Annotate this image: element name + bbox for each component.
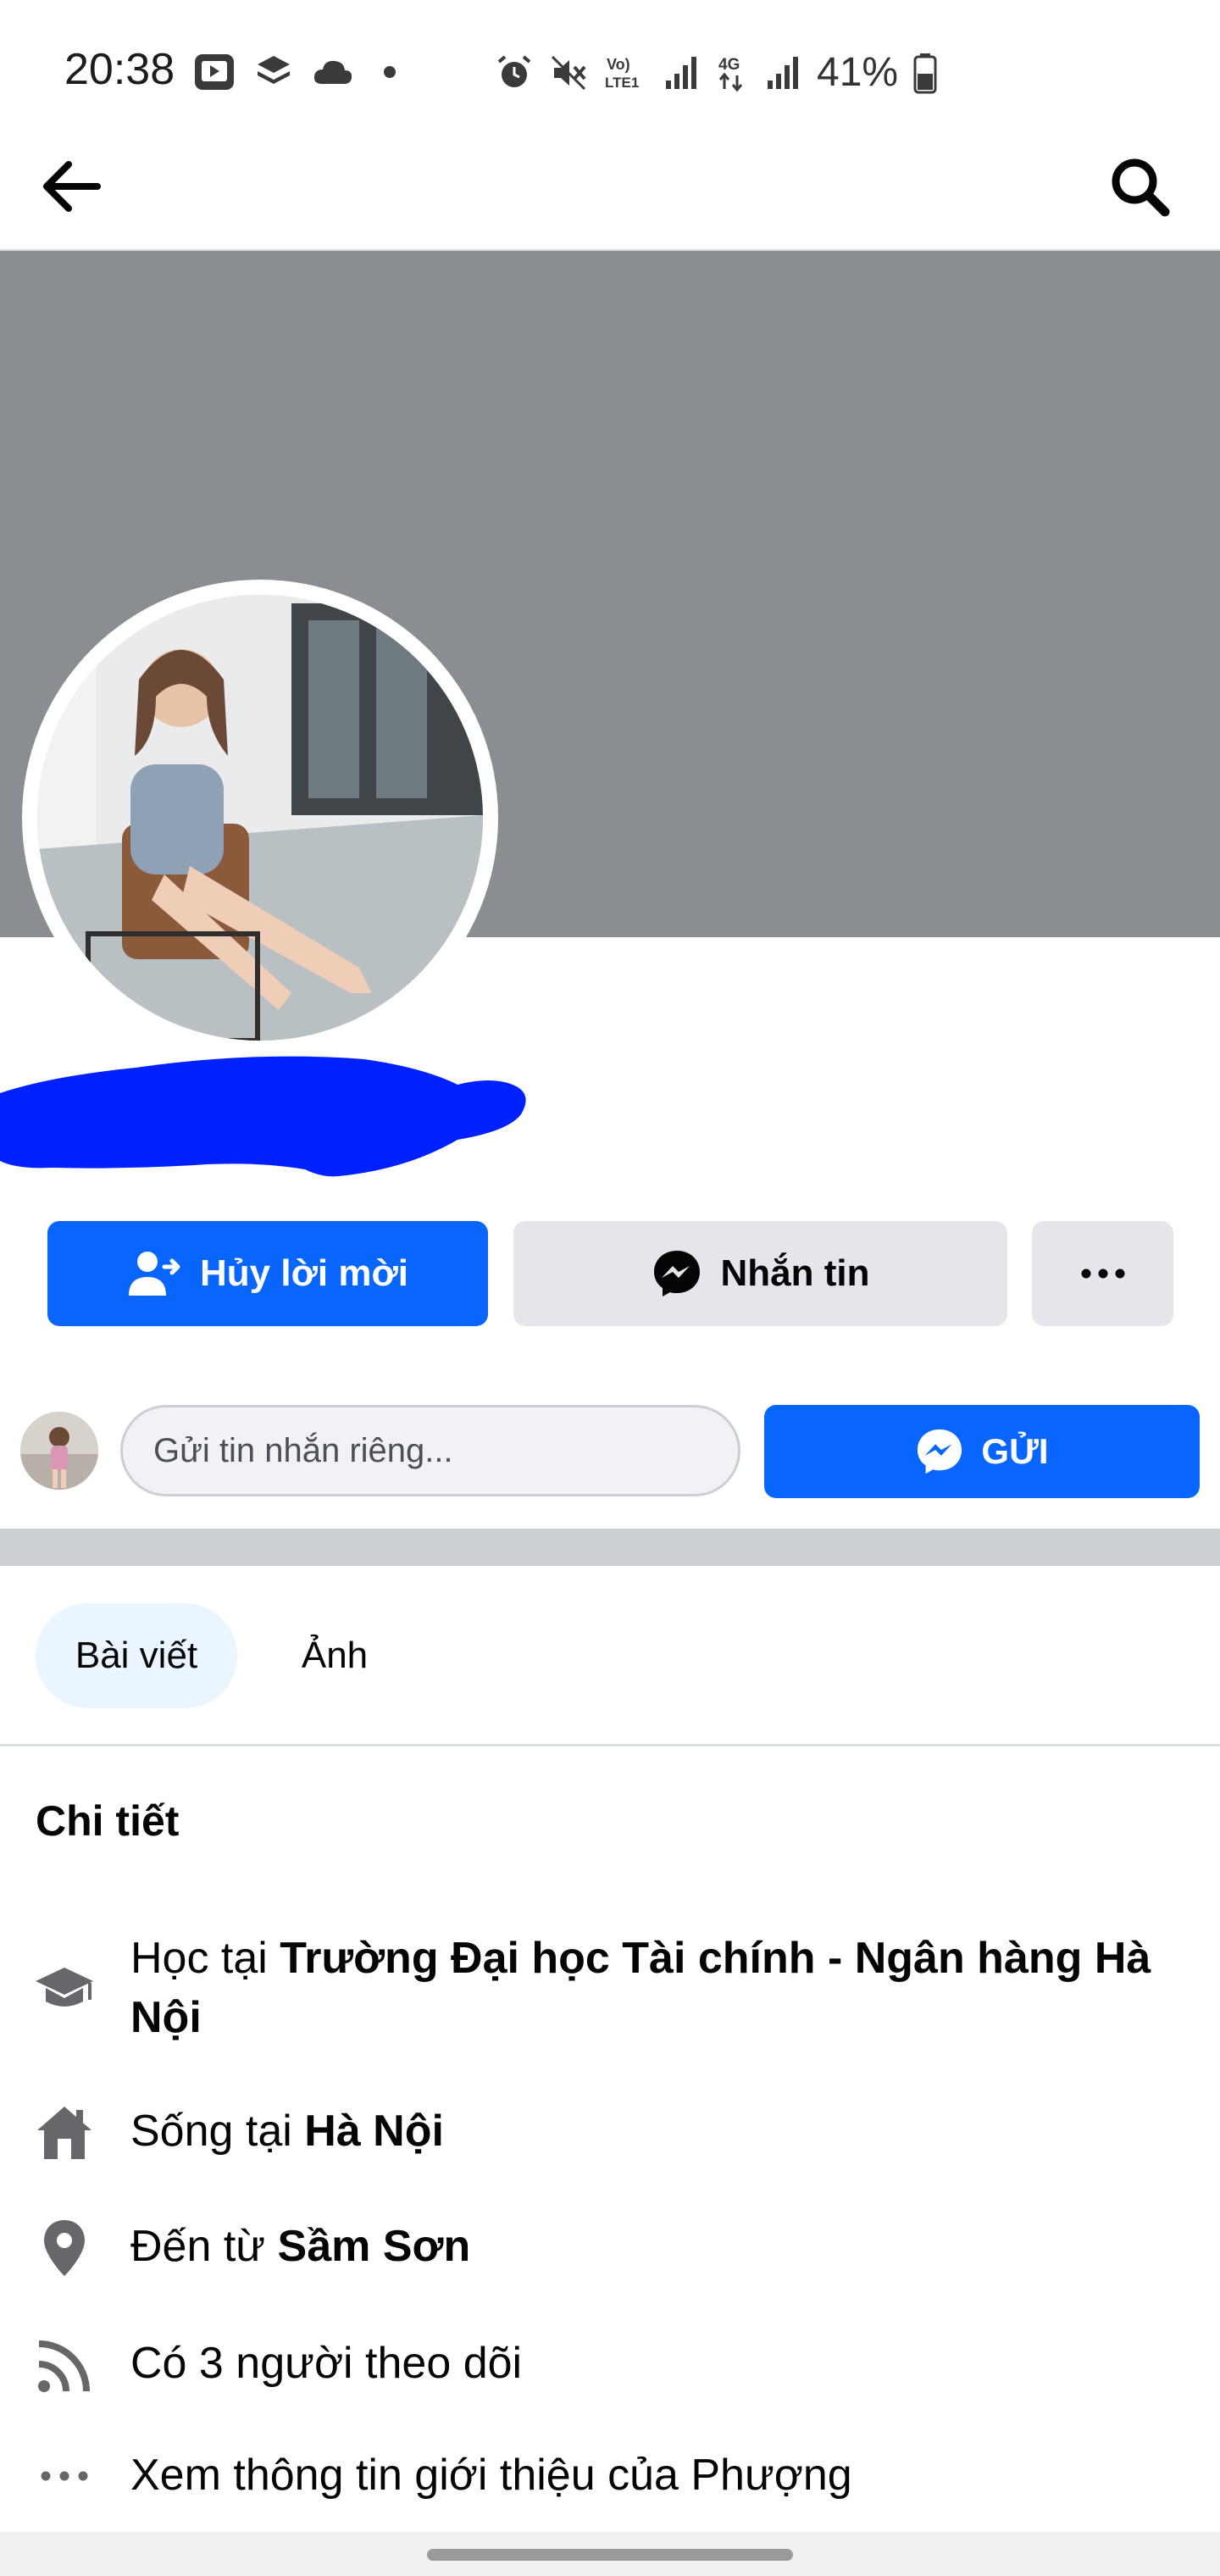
video-icon (195, 54, 234, 90)
gesture-handle[interactable] (427, 2549, 793, 2561)
detail-from-prefix: Đến từ (130, 2222, 278, 2271)
tabs-divider (0, 1744, 1220, 1746)
detail-from: Đến từ Sầm Sơn (130, 2217, 1173, 2276)
messenger-icon (918, 1429, 962, 1474)
alarm-icon (497, 54, 531, 87)
avatar-image (37, 595, 483, 1041)
cancel-friend-request-label: Hủy lời mời (200, 1252, 408, 1294)
back-button[interactable] (34, 148, 110, 225)
mute-icon (551, 55, 586, 90)
detail-education-prefix: Học tại (130, 1934, 280, 1983)
detail-lives-in-city[interactable]: Hà Nội (304, 2107, 444, 2156)
battery-icon (913, 53, 937, 93)
user-cancel-icon (129, 1252, 180, 1296)
svg-text:4G: 4G (718, 56, 740, 74)
detail-followers: Có 3 người theo dõi (130, 2339, 523, 2388)
cancel-friend-request-button[interactable]: Hủy lời mời (47, 1221, 488, 1326)
detail-lives-in-prefix: Sống tại (130, 2107, 305, 2156)
avatar-thumbnail (20, 1412, 98, 1490)
search-button[interactable] (1101, 148, 1178, 225)
app-bar (0, 136, 1220, 250)
status-icons-left (193, 51, 407, 93)
more-horizontal-icon (1081, 1269, 1124, 1279)
section-divider (0, 1529, 1220, 1566)
4g-icon: 4G (718, 56, 743, 92)
arrow-left-icon (43, 161, 101, 212)
signal-icon (666, 56, 696, 89)
svg-text:Vo): Vo) (607, 56, 630, 73)
detail-lives-in: Sống tại Hà Nội (130, 2101, 1173, 2161)
cloud-icon (313, 60, 352, 84)
volte-icon: Vo) LTE1 (605, 56, 639, 91)
details-title: Chi tiết (36, 1797, 180, 1845)
more-horizontal-icon (30, 2442, 98, 2510)
more-options-button[interactable] (1032, 1221, 1173, 1326)
name-redaction (0, 1056, 526, 1177)
location-pin-icon (30, 2213, 98, 2281)
layers-icon (258, 56, 290, 84)
message-button[interactable]: Nhắn tin (513, 1221, 1007, 1326)
detail-education-school[interactable]: Trường Đại học Tài chính - Ngân hàng Hà … (130, 1934, 1151, 2042)
home-icon (30, 2098, 98, 2166)
message-label: Nhắn tin (720, 1252, 870, 1294)
detail-education: Học tại Trường Đại học Tài chính - Ngân … (130, 1929, 1173, 2047)
private-message-field[interactable] (152, 1430, 709, 1471)
rss-icon (30, 2332, 98, 2400)
send-button[interactable]: GỬI (764, 1405, 1200, 1498)
dot-icon (384, 66, 396, 78)
profile-avatar[interactable] (37, 595, 483, 1041)
graduation-cap-icon (30, 1954, 98, 2022)
private-message-avatar (20, 1412, 98, 1490)
private-message-input[interactable] (120, 1405, 740, 1496)
search-icon (1112, 158, 1170, 217)
tab-photos[interactable]: Ảnh (271, 1603, 398, 1708)
tab-posts[interactable]: Bài viết (36, 1603, 237, 1708)
messenger-icon (653, 1251, 700, 1296)
see-about-link[interactable]: Xem thông tin giới thiệu của Phượng (130, 2446, 1173, 2505)
status-icons-right: Vo) LTE1 4G 41% (495, 49, 937, 96)
status-time: 20:38 (64, 45, 175, 94)
signal-icon (768, 56, 798, 89)
battery-percent: 41% (817, 50, 899, 95)
svg-text:LTE1: LTE1 (605, 75, 639, 91)
detail-from-place[interactable]: Sầm Sơn (278, 2222, 471, 2271)
send-label: GỬI (981, 1431, 1049, 1471)
